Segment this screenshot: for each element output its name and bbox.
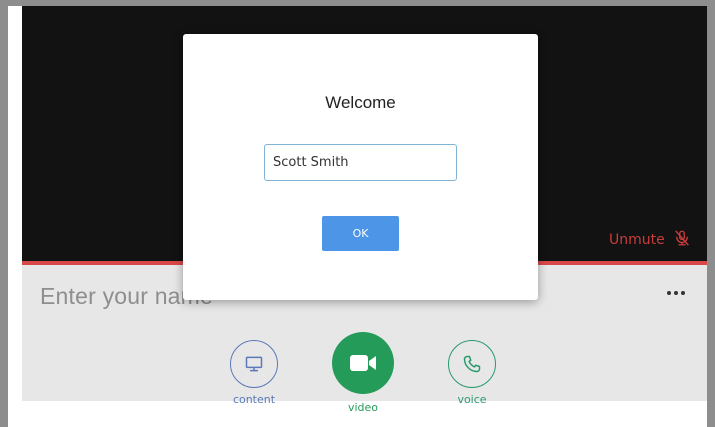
ok-button[interactable]: OK	[322, 216, 399, 251]
voice-label: voice	[457, 393, 487, 406]
frame-right	[707, 0, 715, 427]
video-camera-icon	[350, 355, 376, 371]
mic-off-icon	[673, 229, 691, 251]
dialog-title: Welcome	[325, 93, 396, 112]
unmute-label: Unmute	[609, 232, 665, 248]
frame-left	[0, 0, 8, 427]
monitor-icon	[245, 356, 263, 372]
content-label: content	[232, 393, 276, 406]
video-label: video	[347, 401, 379, 414]
video-call-circle[interactable]	[332, 332, 394, 394]
unmute-button[interactable]: Unmute	[609, 230, 691, 250]
phone-icon	[463, 355, 481, 373]
voice-call-circle[interactable]	[448, 340, 496, 388]
display-name-input[interactable]	[264, 144, 457, 181]
video-call-button[interactable]: video	[331, 332, 395, 414]
voice-call-button[interactable]: voice	[446, 340, 498, 406]
content-share-button[interactable]: content	[228, 340, 280, 406]
more-horizontal-icon[interactable]	[664, 287, 688, 299]
welcome-dialog: Welcome OK	[183, 34, 538, 300]
content-share-circle[interactable]	[230, 340, 278, 388]
